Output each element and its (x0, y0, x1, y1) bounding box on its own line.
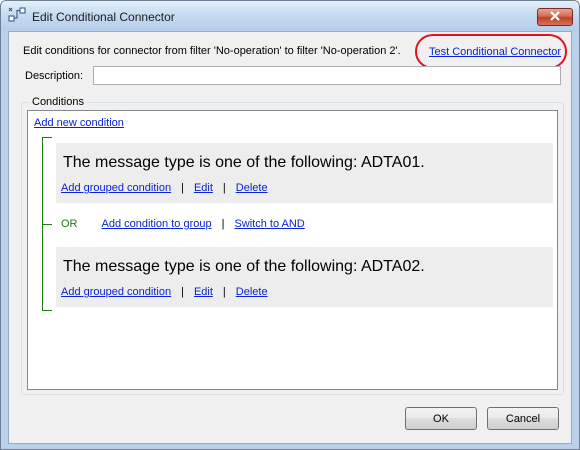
add-grouped-condition-link[interactable]: Add grouped condition (61, 286, 171, 298)
title-bar[interactable]: Edit Conditional Connector (1, 1, 579, 31)
add-grouped-condition-link[interactable]: Add grouped condition (61, 182, 171, 194)
description-field[interactable] (93, 66, 561, 85)
add-condition-to-group-link[interactable]: Add condition to group (102, 218, 212, 230)
connector-info-text: Edit conditions for connector from filte… (23, 45, 401, 57)
window-title: Edit Conditional Connector (32, 10, 175, 24)
condition-block: The message type is one of the following… (56, 247, 553, 307)
condition-actions: Add grouped condition | Edit | Delete (61, 182, 268, 194)
dialog-window: Edit Conditional Connector Edit conditio… (0, 0, 580, 450)
close-button[interactable] (537, 8, 573, 26)
delete-condition-link[interactable]: Delete (236, 286, 268, 298)
description-label: Description: (25, 70, 84, 82)
or-row: OR Add condition to group | Switch to AND (61, 218, 305, 230)
switch-to-and-link[interactable]: Switch to AND (234, 218, 304, 230)
conditions-group-label: Conditions (29, 96, 87, 108)
condition-text: The message type is one of the following… (63, 154, 425, 171)
edit-condition-link[interactable]: Edit (194, 182, 213, 194)
condition-actions: Add grouped condition | Edit | Delete (61, 286, 268, 298)
condition-text: The message type is one of the following… (63, 258, 425, 275)
test-conditional-connector-link[interactable]: Test Conditional Connector (429, 46, 561, 58)
ok-button[interactable]: OK (405, 407, 477, 430)
test-link-highlight: Test Conditional Connector (415, 34, 567, 69)
dialog-body: Edit conditions for connector from filte… (8, 31, 572, 444)
separator: | (181, 286, 184, 298)
separator: | (181, 182, 184, 194)
conditions-panel[interactable]: Add new condition The message type is on… (27, 110, 558, 390)
separator: | (221, 218, 225, 230)
add-new-condition-link[interactable]: Add new condition (34, 117, 124, 129)
cancel-button[interactable]: Cancel (487, 407, 559, 430)
separator: | (222, 286, 226, 298)
edit-condition-link[interactable]: Edit (194, 286, 213, 298)
or-connector-line (42, 224, 52, 225)
separator: | (222, 182, 226, 194)
close-icon (549, 10, 561, 24)
delete-condition-link[interactable]: Delete (236, 182, 268, 194)
condition-block: The message type is one of the following… (56, 143, 553, 203)
or-operator-label: OR (61, 218, 78, 230)
connector-icon (8, 7, 26, 23)
